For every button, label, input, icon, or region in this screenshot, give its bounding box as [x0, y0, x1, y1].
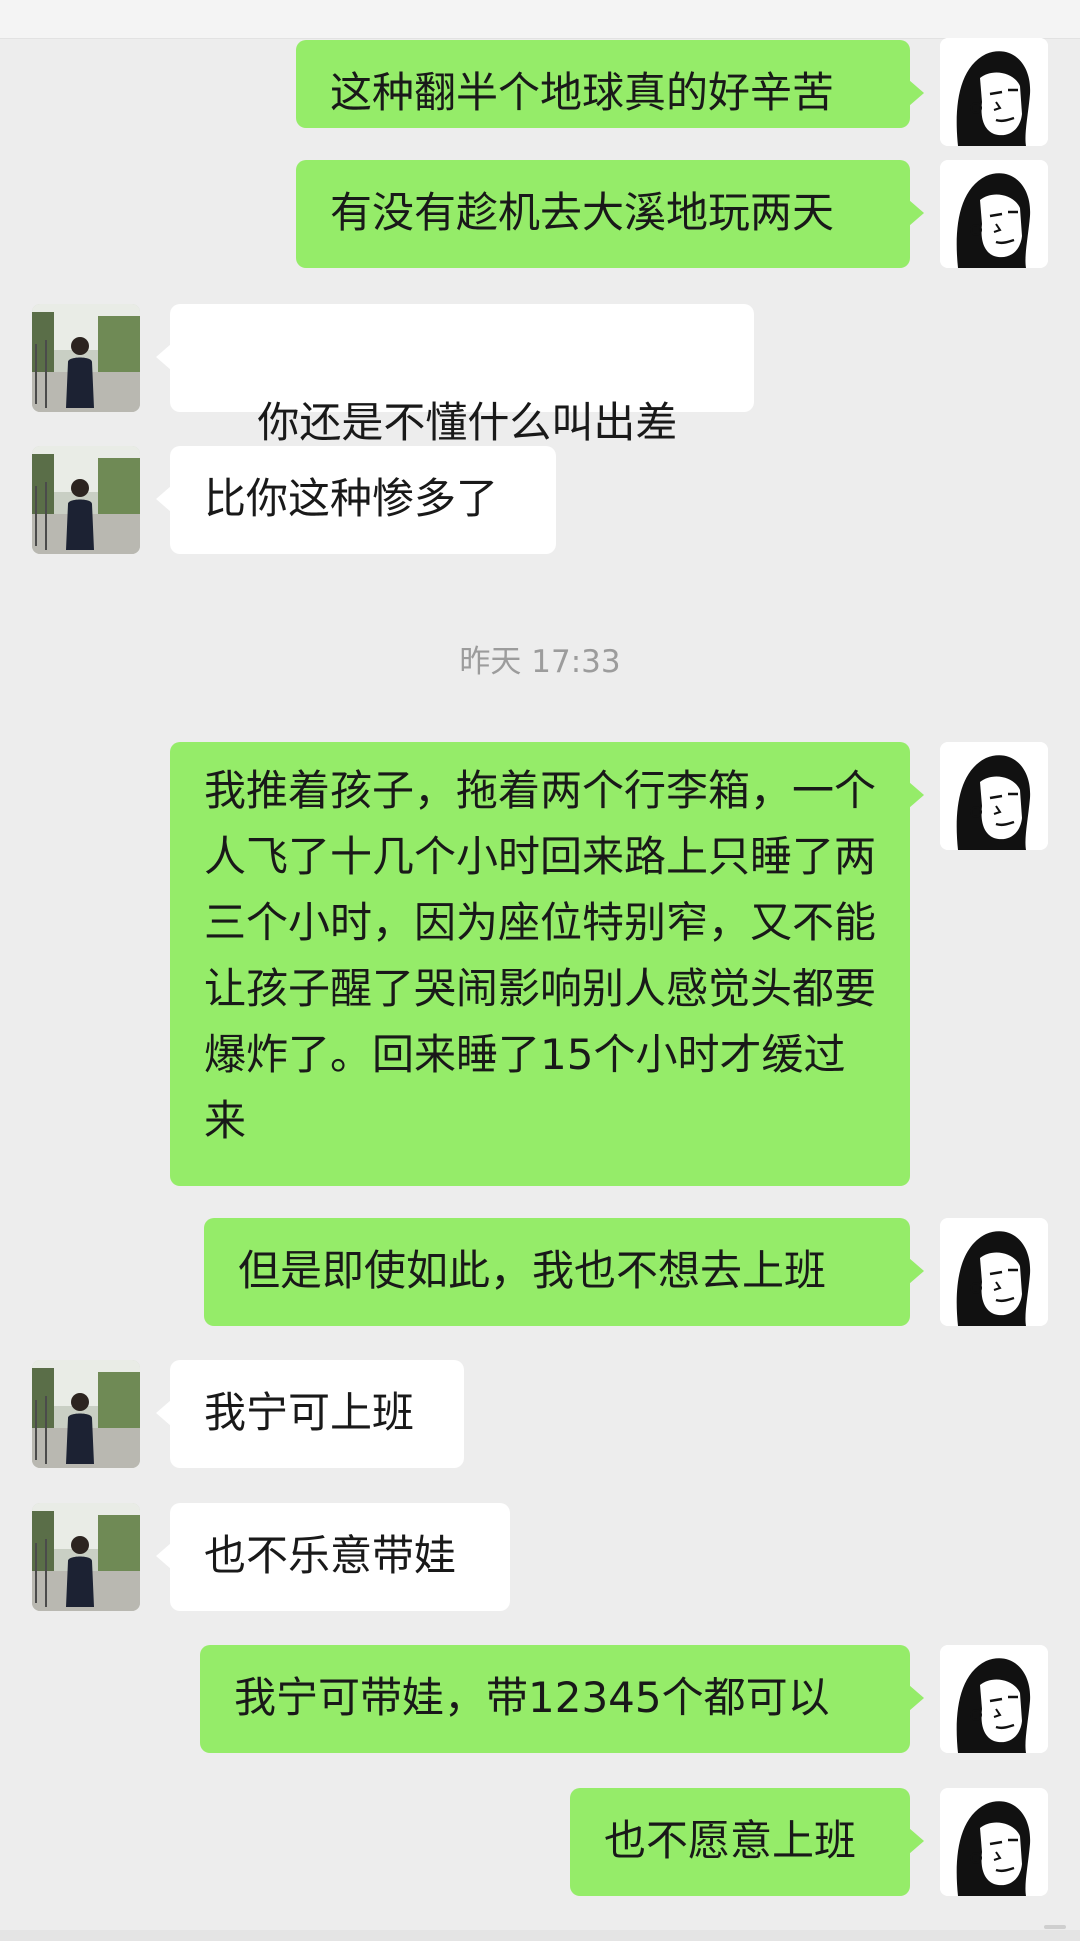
bottom-edge — [0, 1930, 1080, 1941]
person-photo-icon — [32, 1503, 140, 1611]
message-text: 你还是不懂什么叫出差 — [257, 398, 678, 447]
message-bubble-sent[interactable]: 也不愿意上班 — [570, 1788, 924, 1896]
contact-avatar[interactable] — [32, 446, 140, 554]
message-bubble-sent[interactable]: 有没有趁机去大溪地玩两天 — [296, 160, 924, 268]
contact-avatar[interactable] — [32, 1503, 140, 1611]
my-avatar[interactable] — [940, 1218, 1048, 1326]
cartoon-face-icon — [940, 160, 1048, 268]
my-avatar[interactable] — [940, 742, 1048, 850]
message-bubble-received[interactable]: 比你这种惨多了 — [156, 446, 556, 554]
message-bubble-sent[interactable]: 我宁可带娃，带12345个都可以 — [200, 1645, 924, 1753]
top-edge — [0, 0, 1080, 39]
message-bubble-sent[interactable]: 这种翻半个地球真的好辛苦 — [296, 40, 924, 128]
person-photo-icon — [32, 304, 140, 412]
message-bubble-sent[interactable]: 但是即使如此，我也不想去上班 — [204, 1218, 924, 1326]
scroll-indicator — [1044, 1925, 1066, 1929]
message-bubble-sent[interactable]: 我推着孩子，拖着两个行李箱，一个人飞了十几个小时回来路上只睡了两三个小时，因为座… — [170, 742, 924, 1186]
cartoon-face-icon — [940, 1645, 1048, 1753]
contact-avatar[interactable] — [32, 1360, 140, 1468]
message-bubble-received[interactable]: 我宁可上班 — [156, 1360, 464, 1468]
person-photo-icon — [32, 446, 140, 554]
contact-avatar[interactable] — [32, 304, 140, 412]
my-avatar[interactable] — [940, 1788, 1048, 1896]
my-avatar[interactable] — [940, 38, 1048, 146]
cartoon-face-icon — [940, 38, 1048, 146]
person-photo-icon — [32, 1360, 140, 1468]
cartoon-face-icon — [940, 1218, 1048, 1326]
my-avatar[interactable] — [940, 160, 1048, 268]
my-avatar[interactable] — [940, 1645, 1048, 1753]
cartoon-face-icon — [940, 742, 1048, 850]
cartoon-face-icon — [940, 1788, 1048, 1896]
message-bubble-received[interactable]: 你还是不懂什么叫出差 — [156, 304, 754, 508]
message-bubble-received[interactable]: 也不乐意带娃 — [156, 1503, 510, 1611]
chat-timestamp: 昨天 17:33 — [459, 644, 621, 680]
